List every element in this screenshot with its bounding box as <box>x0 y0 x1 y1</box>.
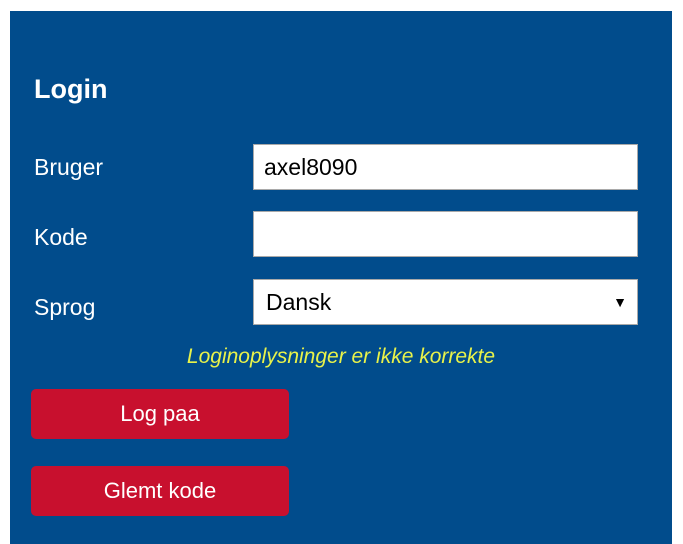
error-message: Loginoplysninger er ikke korrekte <box>186 345 496 368</box>
code-label: Kode <box>34 224 88 250</box>
login-title: Login <box>34 74 108 104</box>
user-input[interactable] <box>253 144 638 190</box>
login-panel: Login Bruger Kode Sprog Dansk ▼ Loginopl… <box>10 11 672 544</box>
forgot-password-button[interactable]: Glemt kode <box>31 466 289 516</box>
login-button[interactable]: Log paa <box>31 389 289 439</box>
user-label: Bruger <box>34 154 104 180</box>
password-input[interactable] <box>253 211 638 257</box>
language-select[interactable]: Dansk ▼ <box>253 279 638 325</box>
chevron-down-icon: ▼ <box>613 294 627 310</box>
language-selected-value: Dansk <box>266 289 332 315</box>
language-label: Sprog <box>34 294 96 320</box>
